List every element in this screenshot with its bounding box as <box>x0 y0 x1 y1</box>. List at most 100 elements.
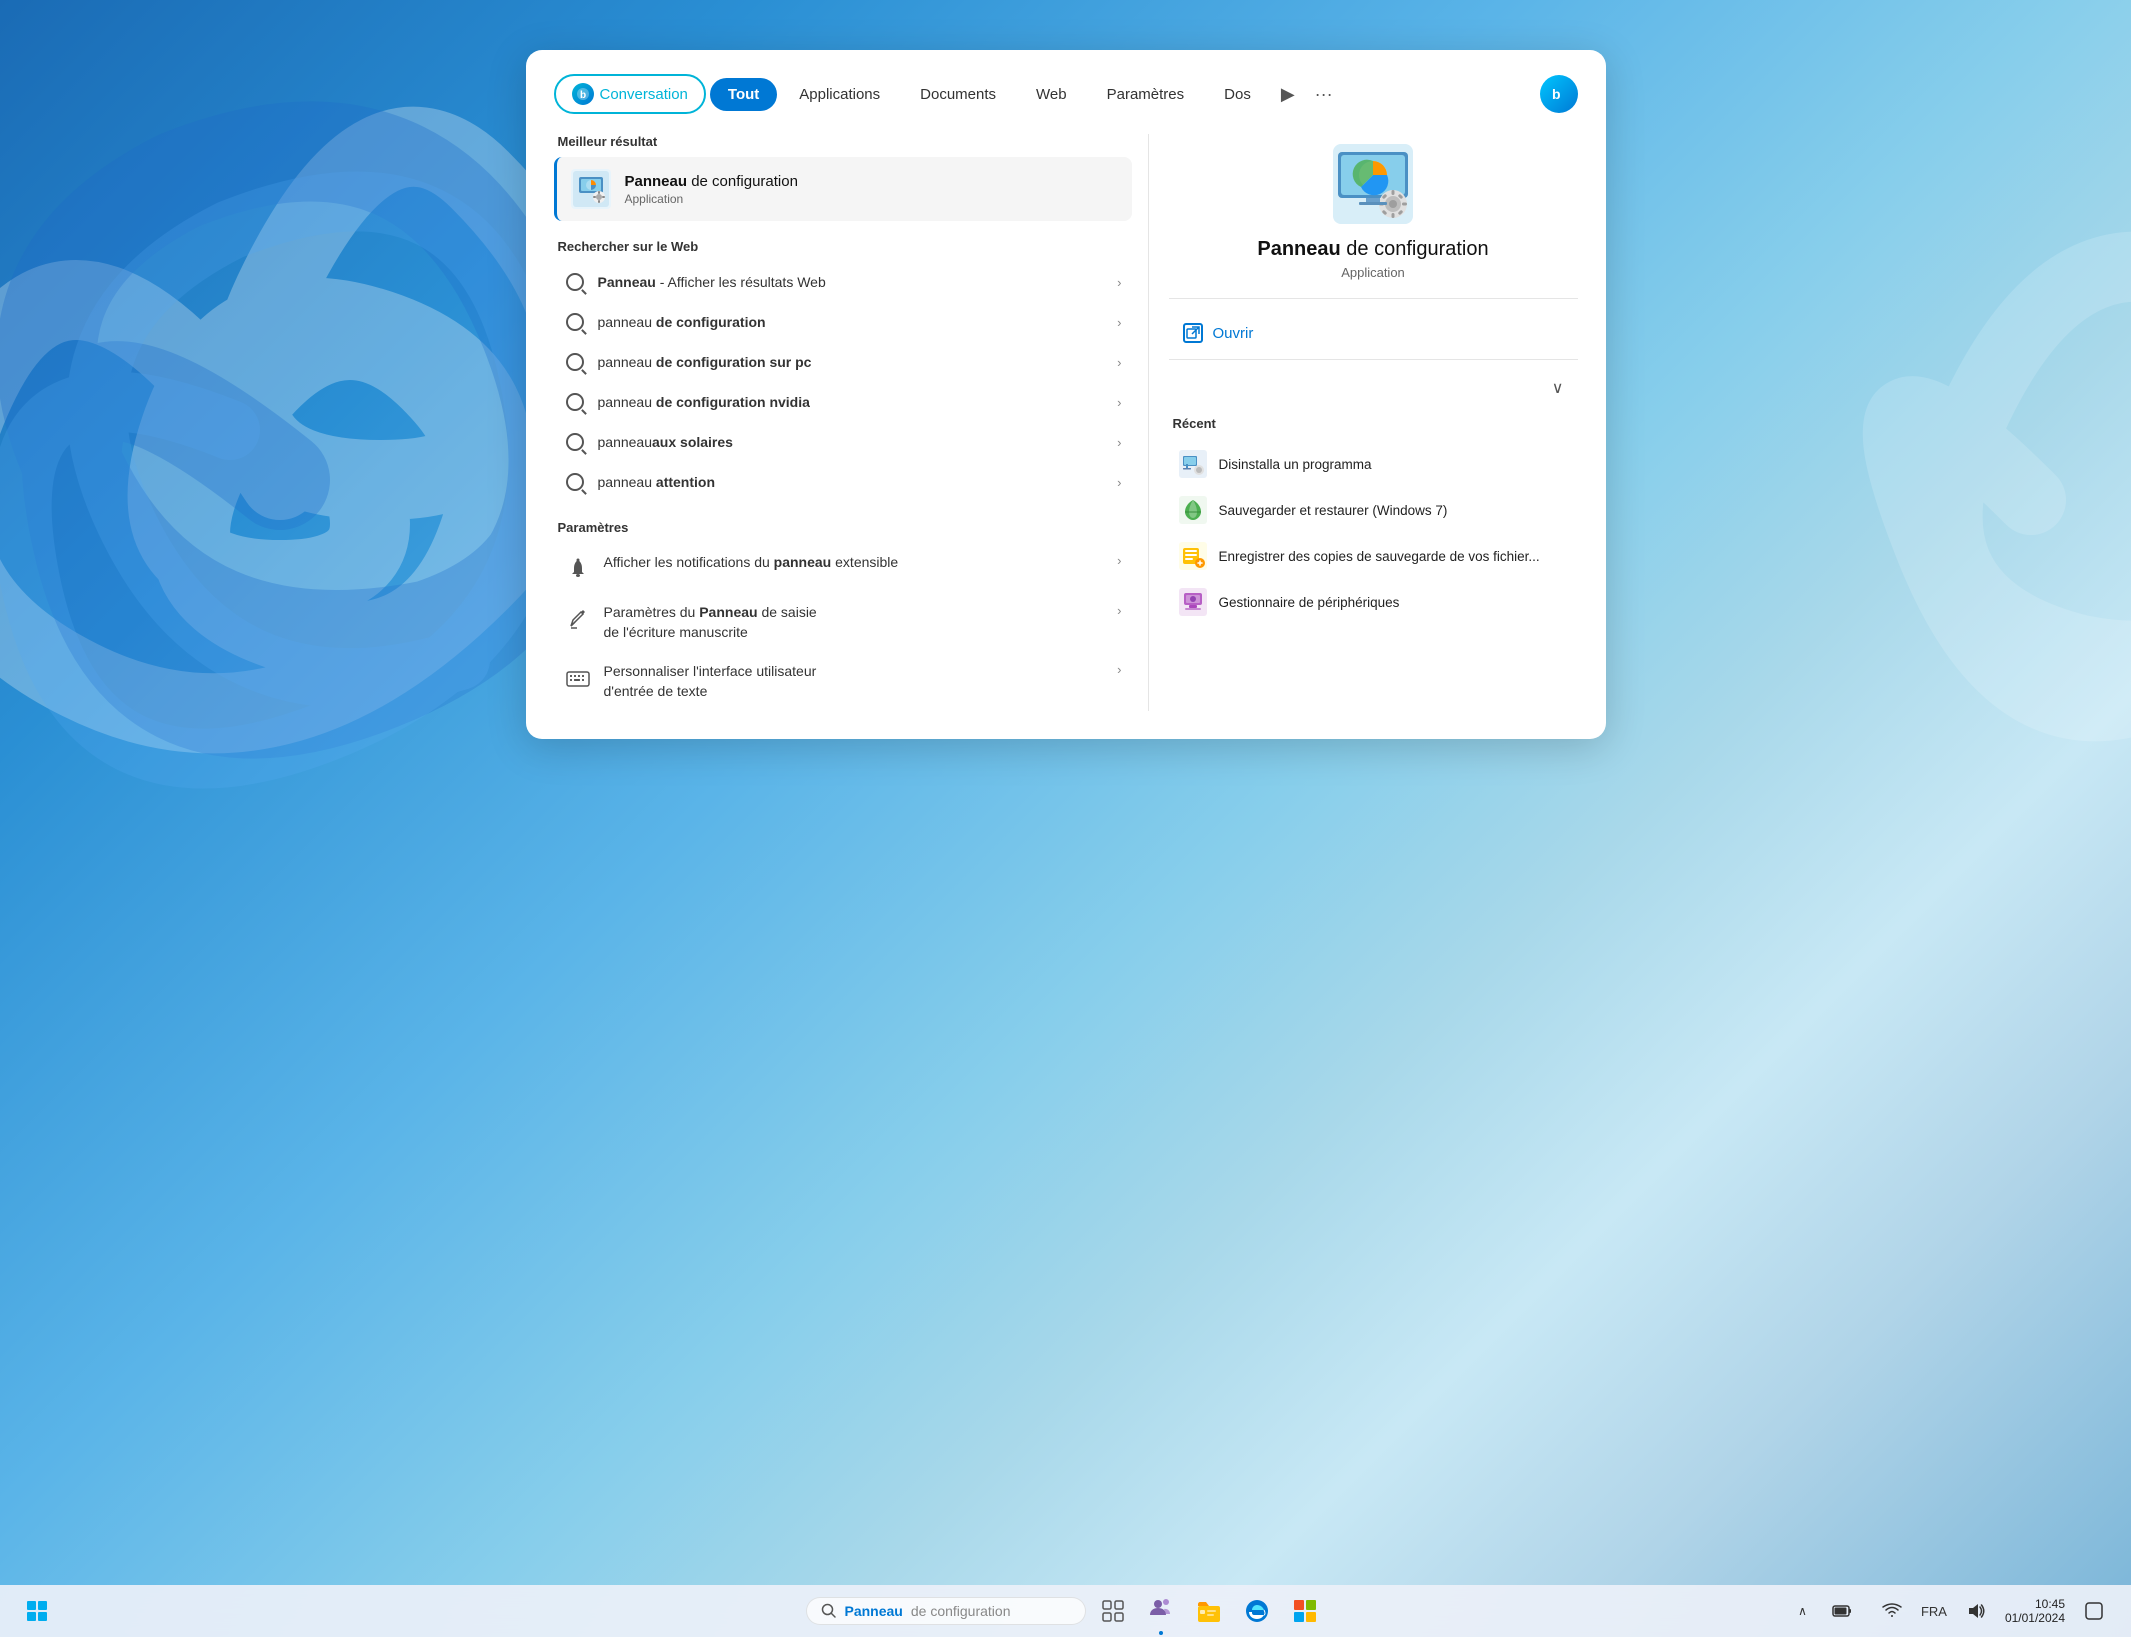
chevron-icon-3: › <box>1117 355 1121 370</box>
expand-button[interactable]: ∨ <box>1169 374 1578 402</box>
divider-2 <box>1169 359 1578 360</box>
tab-applications[interactable]: Applications <box>781 78 898 111</box>
app-detail-type: Application <box>1169 265 1578 280</box>
web-search-title: Rechercher sur le Web <box>554 239 1132 254</box>
tray-arrow-icon: ∧ <box>1798 1604 1807 1618</box>
svg-text:b: b <box>1552 86 1561 102</box>
taskbar-search[interactable]: Panneau de configuration <box>806 1597 1086 1625</box>
params-item-3[interactable]: Personnaliser l'interface utilisateurd'e… <box>554 652 1132 711</box>
search-icon-2 <box>564 311 586 333</box>
edge-button[interactable] <box>1236 1590 1278 1632</box>
recent-item-text-4: Gestionnaire de périphériques <box>1219 595 1400 610</box>
web-search-item-2[interactable]: panneau de configuration › <box>554 302 1132 342</box>
best-result-item[interactable]: Panneau de configuration Application <box>554 157 1132 221</box>
language-indicator: FRA <box>1921 1604 1947 1619</box>
search-icon-4 <box>564 391 586 413</box>
recent-item-2[interactable]: Sauvegarder et restaurer (Windows 7) <box>1169 487 1578 533</box>
chevron-params-1: › <box>1117 553 1121 568</box>
taskview-icon <box>1102 1600 1124 1622</box>
web-search-item-1[interactable]: Panneau - Afficher les résultats Web › <box>554 262 1132 302</box>
battery-button[interactable] <box>1821 1590 1863 1632</box>
tab-parametres[interactable]: Paramètres <box>1089 78 1203 111</box>
explorer-button[interactable] <box>1188 1590 1230 1632</box>
taskbar-search-icon <box>821 1603 837 1619</box>
play-button[interactable]: ▶ <box>1273 80 1303 109</box>
chevron-icon-5: › <box>1117 435 1121 450</box>
best-result-name: Panneau de configuration <box>625 173 798 190</box>
magnifier-icon-6 <box>566 473 584 491</box>
best-result-name-bold: Panneau <box>625 173 688 190</box>
web-search-item-5[interactable]: panneauaux solaires › <box>554 422 1132 462</box>
wifi-button[interactable] <box>1871 1590 1913 1632</box>
swirl-decoration-right <box>1731 200 2131 800</box>
chevron-icon-1: › <box>1117 275 1121 290</box>
tab-web[interactable]: Web <box>1018 78 1085 111</box>
tab-conversation[interactable]: b Conversation <box>554 74 706 114</box>
best-result-type: Application <box>625 192 798 206</box>
app-detail-name: Panneau de configuration <box>1169 238 1578 261</box>
recent-item-3[interactable]: Enregistrer des copies de sauvegarde de … <box>1169 533 1578 579</box>
web-item-text-4: panneau de configuration nvidia <box>598 394 1106 410</box>
time-display: 10:45 <box>2005 1597 2065 1611</box>
params-item-1[interactable]: Afficher les notifications du panneau ex… <box>554 543 1132 593</box>
wifi-icon <box>1882 1603 1902 1619</box>
tab-dos[interactable]: Dos <box>1206 78 1269 111</box>
taskview-wrapper <box>1092 1590 1134 1632</box>
search-icon-3 <box>564 351 586 373</box>
params-item-2[interactable]: Paramètres du Panneau de saisiede l'écri… <box>554 593 1132 652</box>
open-label: Ouvrir <box>1213 325 1254 342</box>
magnifier-icon <box>566 273 584 291</box>
bell-icon <box>564 555 592 583</box>
best-result-name-normal: de configuration <box>687 173 798 190</box>
edge-wrapper <box>1236 1590 1278 1632</box>
divider-1 <box>1169 298 1578 299</box>
recent-item-4[interactable]: Gestionnaire de périphériques <box>1169 579 1578 625</box>
web-search-item-3[interactable]: panneau de configuration sur pc › <box>554 342 1132 382</box>
web-search-item-6[interactable]: panneau attention › <box>554 462 1132 502</box>
more-button[interactable]: ··· <box>1307 80 1341 109</box>
recent-item-1[interactable]: Disinstalla un programma <box>1169 441 1578 487</box>
taskview-button[interactable] <box>1092 1590 1134 1632</box>
web-item-text-3: panneau de configuration sur pc <box>598 354 1106 370</box>
svg-text:b: b <box>579 90 585 101</box>
recent-item-text-1: Disinstalla un programma <box>1219 457 1372 472</box>
teams-button[interactable] <box>1140 1587 1182 1629</box>
search-icon-5 <box>564 431 586 453</box>
store-button[interactable] <box>1284 1590 1326 1632</box>
chevron-icon-2: › <box>1117 315 1121 330</box>
tab-parametres-label: Paramètres <box>1107 86 1185 103</box>
teams-wrapper <box>1140 1587 1182 1635</box>
tab-tout-label: Tout <box>728 86 759 103</box>
parametres-title: Paramètres <box>554 520 1132 535</box>
tab-documents[interactable]: Documents <box>902 78 1014 111</box>
tab-dos-label: Dos <box>1224 86 1251 103</box>
magnifier-icon-4 <box>566 393 584 411</box>
teams-active-dot <box>1159 1631 1163 1635</box>
taskbar-center: Panneau de configuration <box>806 1587 1326 1635</box>
taskbar: Panneau de configuration <box>0 1585 2131 1637</box>
taskbar-right: ∧ FRA <box>1792 1590 2115 1632</box>
best-result-text: Panneau de configuration Application <box>625 173 798 206</box>
recent-icon-2 <box>1179 496 1207 524</box>
bing-logo-button[interactable]: b <box>1540 75 1578 113</box>
recent-icon-1 <box>1179 450 1207 478</box>
notifications-button[interactable] <box>2073 1590 2115 1632</box>
tab-tout[interactable]: Tout <box>710 78 777 111</box>
recent-icon-4 <box>1179 588 1207 616</box>
params-text-2: Paramètres du Panneau de saisiede l'écri… <box>604 603 1106 642</box>
magnifier-icon-5 <box>566 433 584 451</box>
chevron-down-icon: ∨ <box>1552 378 1564 398</box>
store-icon <box>1292 1598 1318 1624</box>
start-button[interactable] <box>16 1590 58 1632</box>
web-search-item-4[interactable]: panneau de configuration nvidia › <box>554 382 1132 422</box>
app-detail-icon <box>1333 144 1413 224</box>
store-wrapper <box>1284 1590 1326 1632</box>
recent-item-text-2: Sauvegarder et restaurer (Windows 7) <box>1219 503 1448 518</box>
volume-button[interactable] <box>1955 1590 1997 1632</box>
web-item-text-2: panneau de configuration <box>598 314 1106 330</box>
params-text-3: Personnaliser l'interface utilisateurd'e… <box>604 662 1106 701</box>
app-name-normal: de configuration <box>1341 238 1489 260</box>
open-button[interactable]: Ouvrir <box>1169 313 1578 353</box>
notification-chevron[interactable]: ∧ <box>1792 1590 1813 1632</box>
right-panel: Panneau de configuration Application Ouv… <box>1148 134 1578 711</box>
